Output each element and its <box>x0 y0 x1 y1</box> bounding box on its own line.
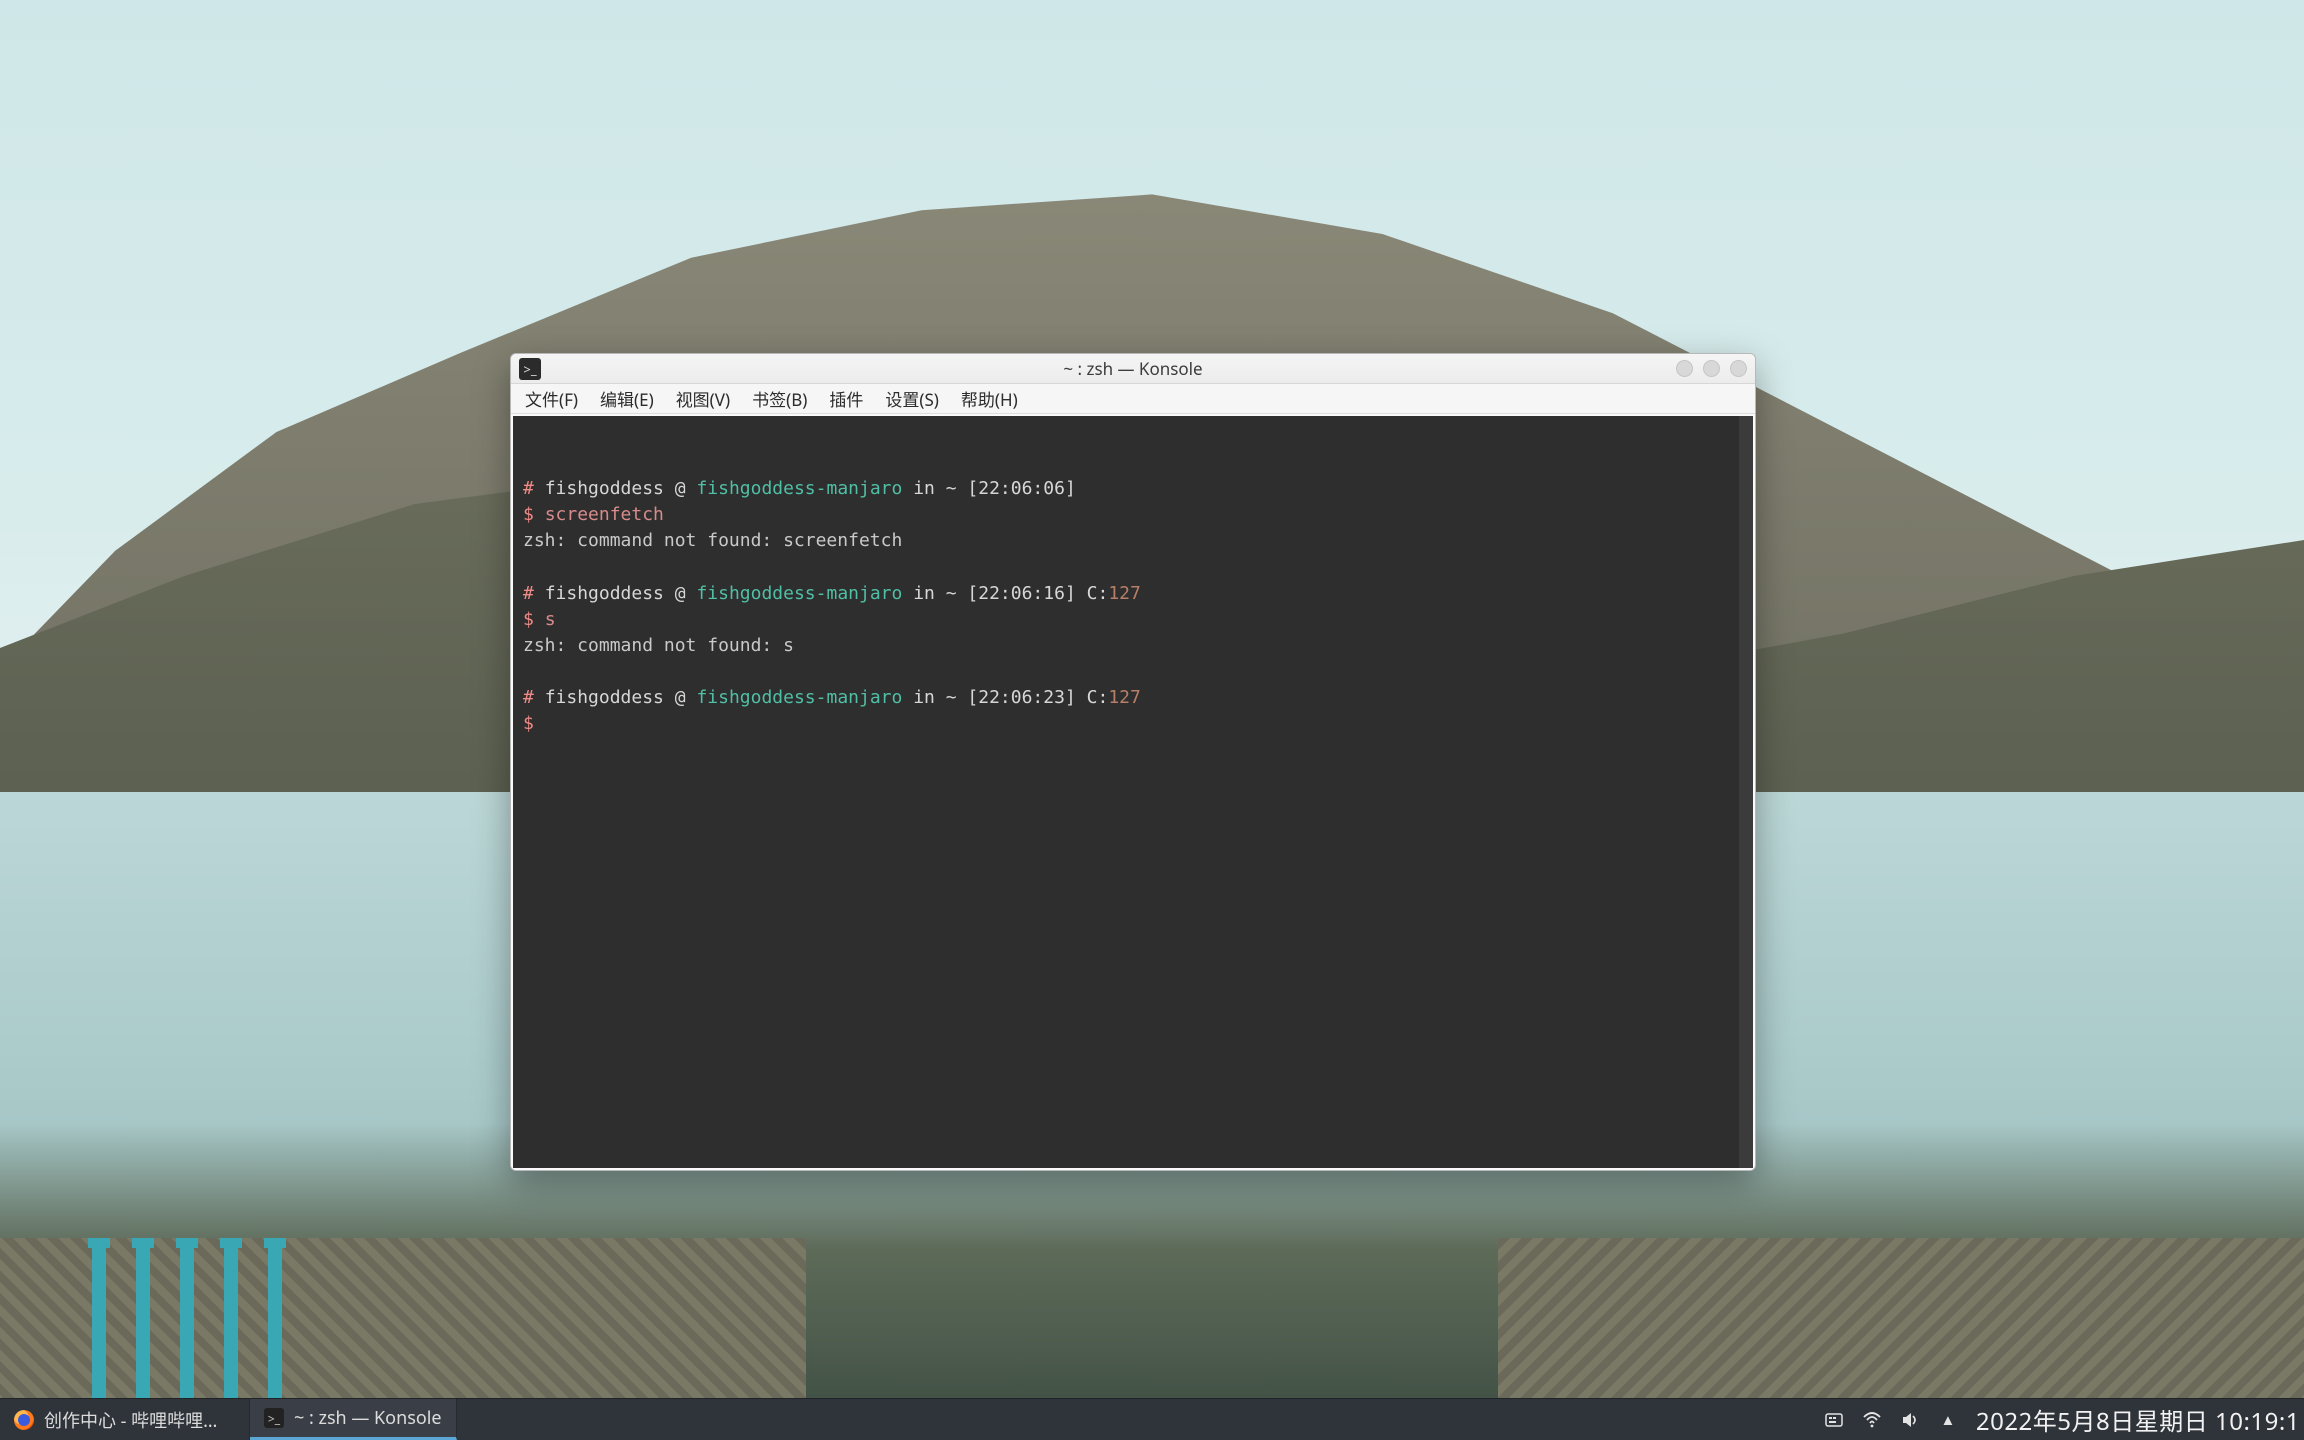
terminal-scrollbar[interactable] <box>1739 416 1753 1168</box>
terminal-viewport[interactable]: # fishgoddess @ fishgoddess-manjaro in ~… <box>513 416 1753 1168</box>
konsole-app-icon: >_ <box>519 358 541 380</box>
window-close-button[interactable] <box>1730 360 1747 377</box>
window-title: ~ : zsh — Konsole <box>511 357 1755 380</box>
tray-expand-icon[interactable]: ▲ <box>1938 1410 1958 1430</box>
wifi-icon[interactable] <box>1862 1410 1882 1430</box>
menu-plugins[interactable]: 插件 <box>819 383 873 414</box>
wallpaper-cranes <box>92 1238 553 1411</box>
konsole-window: >_ ~ : zsh — Konsole 文件(F) 编辑(E) 视图(V) 书… <box>510 353 1756 1171</box>
taskbar-item-label: 创作中心 - 哔哩哔哩弹幕视… <box>44 1407 235 1433</box>
terminal-icon: >_ <box>264 1408 284 1428</box>
volume-icon[interactable] <box>1900 1410 1920 1430</box>
system-tray: ▲ 2022年5月8日星期日 10:19:1 <box>1810 1399 2304 1440</box>
window-controls <box>1676 360 1747 377</box>
window-minimize-button[interactable] <box>1676 360 1693 377</box>
window-maximize-button[interactable] <box>1703 360 1720 377</box>
menu-help[interactable]: 帮助(H) <box>951 383 1028 414</box>
terminal-frame: # fishgoddess @ fishgoddess-manjaro in ~… <box>511 414 1755 1170</box>
input-method-icon[interactable] <box>1824 1410 1844 1430</box>
menu-bookmark[interactable]: 书签(B) <box>742 383 817 414</box>
taskbar: 创作中心 - 哔哩哔哩弹幕视… >_ ~ : zsh — Konsole ▲ 2… <box>0 1398 2304 1440</box>
taskbar-item-label: ~ : zsh — Konsole <box>294 1406 442 1430</box>
desktop: >_ ~ : zsh — Konsole 文件(F) 编辑(E) 视图(V) 书… <box>0 0 2304 1440</box>
menu-settings[interactable]: 设置(S) <box>875 383 949 414</box>
menubar: 文件(F) 编辑(E) 视图(V) 书签(B) 插件 设置(S) 帮助(H) <box>511 384 1755 414</box>
menu-file[interactable]: 文件(F) <box>515 383 588 414</box>
taskbar-item-firefox[interactable]: 创作中心 - 哔哩哔哩弹幕视… <box>0 1399 250 1440</box>
menu-view[interactable]: 视图(V) <box>666 383 740 414</box>
menu-edit[interactable]: 编辑(E) <box>590 383 664 414</box>
taskbar-item-konsole[interactable]: >_ ~ : zsh — Konsole <box>250 1399 457 1440</box>
firefox-icon <box>14 1410 34 1430</box>
window-titlebar[interactable]: >_ ~ : zsh — Konsole <box>511 354 1755 384</box>
taskbar-clock[interactable]: 2022年5月8日星期日 10:19:1 <box>1976 1402 2300 1438</box>
